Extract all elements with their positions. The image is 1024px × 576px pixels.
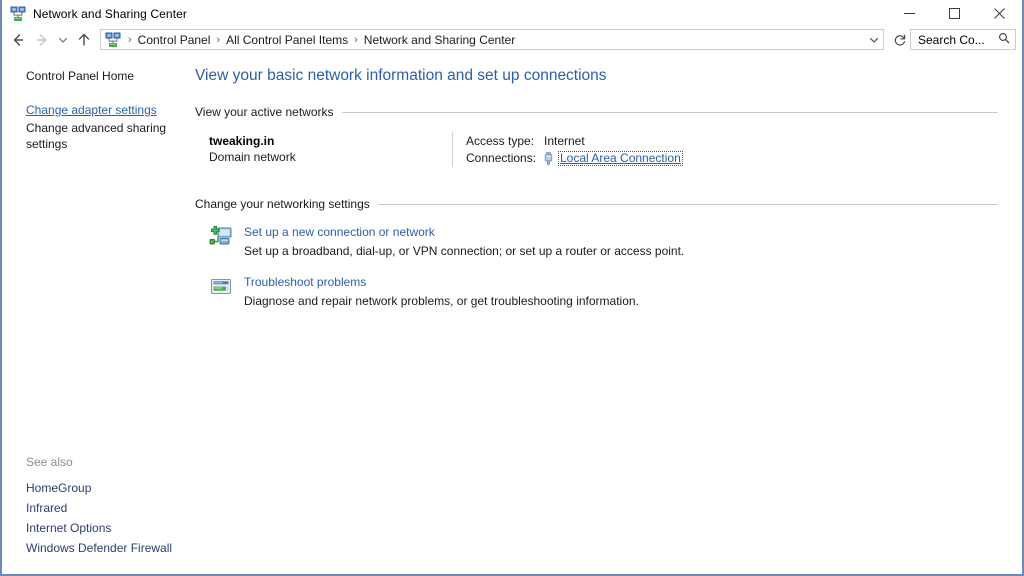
sidebar-gap [2, 88, 195, 102]
window-controls [887, 0, 1022, 27]
list-item: Troubleshoot problems Diagnose and repai… [209, 274, 998, 310]
refresh-button[interactable] [890, 29, 910, 50]
sidebar-item-control-panel-home[interactable]: Control Panel Home [2, 68, 195, 84]
network-type: Domain network [209, 149, 452, 166]
list-item-text: Set up a new connection or network Set u… [244, 224, 684, 260]
breadcrumb-network-icon [105, 32, 121, 48]
access-type-row: Access type: Internet [466, 133, 683, 150]
network-computers-icon [10, 6, 26, 22]
breadcrumb[interactable]: › Control Panel › All Control Panel Item… [100, 29, 884, 50]
network-name: tweaking.in [209, 133, 452, 149]
local-area-connection-link[interactable]: Local Area Connection [558, 151, 683, 166]
active-network-row: tweaking.in Domain network Access type: … [195, 132, 998, 167]
network-sharing-center-window: Network and Sharing Center [0, 0, 1024, 576]
active-networks-header: View your active networks [195, 105, 998, 119]
maximize-button[interactable] [932, 0, 977, 27]
sidebar: Control Panel Home Change adapter settin… [2, 52, 195, 574]
back-button[interactable] [6, 29, 30, 51]
vertical-divider [452, 132, 453, 167]
list-item: Set up a new connection or network Set u… [209, 224, 998, 260]
page-title: View your basic network information and … [195, 66, 998, 86]
networking-settings-header: Change your networking settings [195, 197, 998, 211]
see-also-item-infrared[interactable]: Infrared [2, 498, 195, 518]
content-area: Control Panel Home Change adapter settin… [2, 52, 1022, 574]
breadcrumb-separator[interactable]: › [212, 34, 224, 46]
set-up-new-connection-description: Set up a broadband, dial-up, or VPN conn… [244, 242, 684, 260]
see-also-title: See also [2, 455, 195, 469]
new-connection-icon [209, 225, 233, 249]
minimize-button[interactable] [887, 0, 932, 27]
breadcrumb-item-network-and-sharing-center[interactable]: Network and Sharing Center [362, 33, 517, 47]
main-panel: View your basic network information and … [195, 52, 1022, 574]
section-divider [378, 204, 998, 205]
connections-label: Connections: [466, 150, 544, 167]
breadcrumb-separator[interactable]: › [350, 34, 362, 46]
address-dropdown-chevron-down-icon[interactable] [865, 30, 883, 49]
see-also-item-internet-options[interactable]: Internet Options [2, 518, 195, 538]
search-placeholder: Search Co... [918, 33, 985, 47]
troubleshoot-problems-link[interactable]: Troubleshoot problems [244, 274, 366, 290]
see-also-item-homegroup[interactable]: HomeGroup [2, 478, 195, 498]
search-icon[interactable] [998, 32, 1010, 47]
see-also-section: See also HomeGroup Infrared Internet Opt… [2, 455, 195, 558]
connections-value: Local Area Connection [544, 151, 683, 166]
search-input[interactable]: Search Co... [910, 29, 1016, 50]
troubleshoot-icon [209, 275, 233, 299]
breadcrumb-separator[interactable]: › [124, 34, 136, 46]
title-bar: Network and Sharing Center [2, 0, 1022, 27]
window-title: Network and Sharing Center [33, 7, 187, 21]
active-network-details: Access type: Internet Connections: [466, 132, 683, 167]
access-type-value: Internet [544, 133, 585, 150]
forward-button[interactable] [30, 29, 54, 51]
networking-settings-list: Set up a new connection or network Set u… [195, 224, 998, 310]
networking-settings-title: Change your networking settings [195, 197, 378, 211]
active-network-identity: tweaking.in Domain network [209, 132, 452, 167]
sidebar-item-change-advanced-sharing-settings[interactable]: Change advanced sharing settings [2, 120, 190, 152]
close-button[interactable] [977, 0, 1022, 27]
ethernet-plug-icon [544, 152, 553, 165]
sidebar-item-change-adapter-settings[interactable]: Change adapter settings [2, 102, 195, 118]
section-divider [342, 112, 998, 113]
address-bar: › Control Panel › All Control Panel Item… [2, 27, 1022, 52]
access-type-label: Access type: [466, 133, 544, 150]
breadcrumb-item-all-control-panel-items[interactable]: All Control Panel Items [224, 33, 350, 47]
set-up-new-connection-link[interactable]: Set up a new connection or network [244, 224, 435, 240]
see-also-item-windows-defender-firewall[interactable]: Windows Defender Firewall [2, 538, 195, 558]
breadcrumb-item-control-panel[interactable]: Control Panel [136, 33, 213, 47]
connections-row: Connections: Local Area Connectio [466, 150, 683, 167]
recent-locations-chevron-down-icon[interactable] [54, 29, 72, 51]
troubleshoot-problems-description: Diagnose and repair network problems, or… [244, 292, 639, 310]
up-button[interactable] [72, 29, 96, 51]
list-item-text: Troubleshoot problems Diagnose and repai… [244, 274, 639, 310]
active-networks-title: View your active networks [195, 105, 342, 119]
